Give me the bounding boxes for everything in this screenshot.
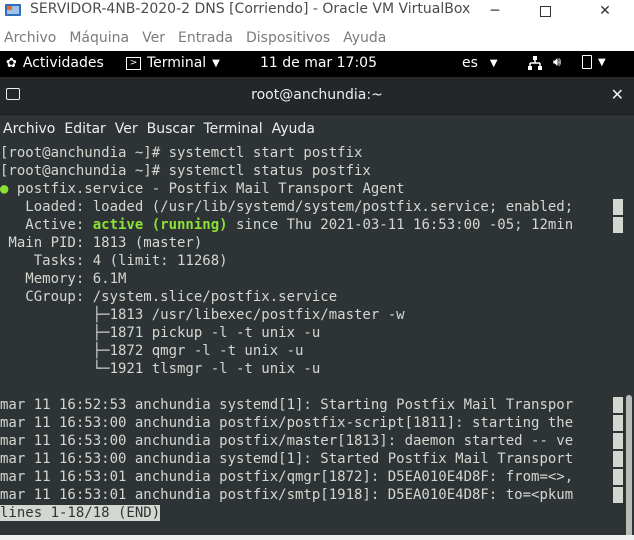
terminal-menu-editar[interactable]: Editar [64, 121, 105, 137]
guest-screen: ✿ Actividades > Terminal ▼ 11 de mar 17:… [0, 51, 634, 540]
terminal-header-bar: root@anchundia:~ ✕ [0, 77, 634, 115]
terminal-line: Main PID: 1813 (master) [0, 235, 203, 251]
active-since: since Thu 2021-03-11 16:53:00 -05; 12min [227, 217, 574, 233]
maximize-icon [539, 5, 551, 17]
terminal-title: root@anchundia:~ [251, 87, 383, 103]
minimize-button[interactable]: ─ [472, 0, 518, 22]
language-label: es [462, 55, 478, 71]
virtualbox-status-bar [0, 535, 634, 540]
terminal-line: Loaded: loaded (/usr/lib/systemd/system/… [0, 199, 574, 215]
app-menu-label: Terminal [147, 55, 207, 71]
menu-archivo[interactable]: Archivo [4, 30, 56, 46]
chevron-down-icon: ▼ [489, 57, 498, 69]
status-dot-icon: ● [0, 181, 9, 197]
chevron-down-icon: ▼ [212, 57, 220, 69]
service-description: postfix.service - Postfix Mail Transport… [16, 181, 405, 197]
line-truncated-marker [613, 433, 623, 449]
chevron-down-icon: ▼ [598, 56, 606, 68]
virtualbox-title-bar: SERVIDOR-4NB-2020-2 DNS [Corriendo] - Or… [0, 0, 634, 22]
gnome-foot-icon: ✿ [6, 55, 17, 71]
power-menu[interactable]: ▼ [582, 55, 606, 69]
line-truncated-marker [613, 199, 623, 215]
menu-dispositivos[interactable]: Dispositivos [246, 30, 330, 46]
close-window-button[interactable]: ✕ [582, 0, 628, 22]
minimize-icon: ─ [490, 3, 500, 19]
menu-ayuda[interactable]: Ayuda [343, 30, 386, 46]
activities-label: Actividades [22, 55, 104, 71]
scrollbar-thumb[interactable] [626, 395, 632, 540]
terminal-line: mar 11 16:52:53 anchundia systemd[1]: St… [0, 397, 574, 413]
network-icon[interactable] [527, 55, 543, 71]
terminal-scrollbar[interactable] [624, 195, 634, 540]
pager-status-line: lines 1-18/18 (END) [0, 504, 161, 522]
terminal-line: mar 11 16:53:01 anchundia postfix/smtp[1… [0, 487, 574, 503]
terminal-line: mar 11 16:53:00 anchundia postfix/master… [0, 433, 574, 449]
terminal-line: ├─1871 pickup -l -t unix -u [0, 325, 321, 341]
line-truncated-marker [613, 469, 623, 485]
terminal-line: Active: active (running) since Thu 2021-… [0, 216, 573, 234]
terminal-line: ├─1872 qmgr -l -t unix -u [0, 343, 304, 359]
menu-ver[interactable]: Ver [142, 30, 165, 46]
clock[interactable]: 11 de mar 17:05 [260, 55, 377, 71]
line-truncated-marker [613, 487, 623, 503]
terminal-menu-archivo[interactable]: Archivo [3, 121, 55, 137]
terminal-line: ● postfix.service - Postfix Mail Transpo… [0, 180, 405, 198]
close-icon: ✕ [599, 3, 611, 19]
line-truncated-marker [613, 397, 623, 413]
terminal-line: mar 11 16:53:00 anchundia postfix/postfi… [0, 415, 574, 431]
terminal-line: mar 11 16:53:00 anchundia systemd[1]: St… [0, 451, 574, 467]
terminal-menu-ver[interactable]: Ver [115, 121, 138, 137]
terminal-menubar: Archivo Editar Ver Buscar Terminal Ayuda [0, 115, 634, 143]
active-status: active (running) [92, 217, 228, 233]
pager-end-indicator: lines 1-18/18 (END) [0, 505, 161, 521]
maximize-button[interactable] [522, 0, 568, 22]
terminal-menu-ayuda[interactable]: Ayuda [272, 121, 315, 137]
app-menu-terminal[interactable]: > Terminal ▼ [126, 55, 220, 71]
terminal-app-icon: > [126, 56, 141, 70]
network-wired-icon [528, 56, 542, 70]
terminal-line: mar 11 16:53:01 anchundia postfix/qmgr[1… [0, 469, 574, 485]
terminal-line: Memory: 6.1M [0, 271, 127, 287]
menu-maquina[interactable]: Máquina [69, 30, 129, 46]
terminal-menu-terminal[interactable]: Terminal [203, 121, 262, 137]
virtualbox-menubar: Archivo Máquina Ver Entrada Dispositivos… [0, 26, 634, 50]
terminal-line: [root@anchundia ~]# systemctl status pos… [0, 163, 371, 179]
terminal-line: ├─1813 /usr/libexec/postfix/master -w [0, 307, 405, 323]
window-title: SERVIDOR-4NB-2020-2 DNS [Corriendo] - Or… [30, 1, 471, 17]
input-source-selector[interactable]: es ▼ [462, 55, 498, 71]
terminal-menu-buscar[interactable]: Buscar [147, 121, 195, 137]
line-truncated-marker [613, 451, 623, 467]
clock-label: 11 de mar 17:05 [260, 55, 377, 71]
terminal-line: Tasks: 4 (limit: 11268) [0, 253, 228, 269]
volume-icon[interactable]: 🔊︎ [553, 55, 561, 70]
gnome-top-bar: ✿ Actividades > Terminal ▼ 11 de mar 17:… [0, 51, 634, 77]
terminal-line: CGroup: /system.slice/postfix.service [0, 289, 338, 305]
speaker-icon: 🔊︎ [553, 55, 562, 70]
virtualbox-app-icon [5, 4, 21, 16]
terminal-output[interactable]: [root@anchundia ~]# systemctl start post… [0, 144, 623, 535]
line-truncated-marker [613, 415, 623, 431]
menu-entrada[interactable]: Entrada [178, 30, 233, 46]
terminal-line: [root@anchundia ~]# systemctl start post… [0, 145, 363, 161]
terminal-close-button[interactable]: ✕ [611, 85, 624, 104]
terminal-line: └─1921 tlsmgr -l -t unix -u [0, 361, 321, 377]
line-truncated-marker [613, 217, 623, 233]
activities-button[interactable]: ✿ Actividades [6, 55, 104, 71]
battery-icon [582, 55, 592, 69]
active-label: Active: [0, 217, 93, 233]
